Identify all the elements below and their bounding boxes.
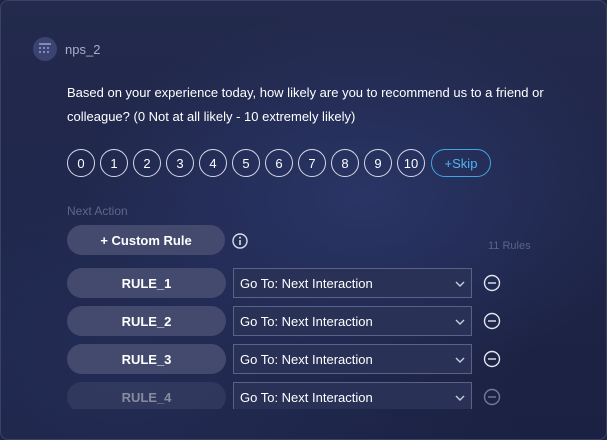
nps-card: nps_2 Based on your experience today, ho… xyxy=(0,0,607,440)
remove-rule-icon[interactable] xyxy=(483,312,501,330)
scale-option-8[interactable]: 8 xyxy=(331,149,359,177)
remove-rule-icon[interactable] xyxy=(483,350,501,368)
scale-option-2[interactable]: 2 xyxy=(133,149,161,177)
chevron-down-icon xyxy=(455,395,465,401)
scale-option-6[interactable]: 6 xyxy=(265,149,293,177)
card-header: nps_2 xyxy=(33,37,100,61)
rule-action-select[interactable]: Go To: Next Interaction xyxy=(233,344,472,374)
rules-list[interactable]: RULE_1 Go To: Next Interaction RULE_2 Go… xyxy=(53,265,533,409)
rule-action-value: Go To: Next Interaction xyxy=(240,275,373,291)
question-text: Based on your experience today, how like… xyxy=(67,85,544,124)
custom-rule-button[interactable]: + Custom Rule xyxy=(67,225,225,255)
rule-row: RULE_1 Go To: Next Interaction xyxy=(53,265,533,298)
nps-scale: 0 1 2 3 4 5 6 7 8 9 10 +Skip xyxy=(67,149,491,177)
rule-name-button[interactable]: RULE_2 xyxy=(67,306,226,336)
chevron-down-icon xyxy=(455,357,465,363)
remove-rule-icon[interactable] xyxy=(483,388,501,406)
chevron-down-icon xyxy=(455,319,465,325)
scale-option-7[interactable]: 7 xyxy=(298,149,326,177)
rule-row: RULE_2 Go To: Next Interaction xyxy=(53,303,533,336)
rule-name-button[interactable]: RULE_4 xyxy=(67,382,226,409)
rule-name-button[interactable]: RULE_1 xyxy=(67,268,226,298)
list-grid-icon xyxy=(33,37,57,61)
rule-row: RULE_4 Go To: Next Interaction xyxy=(53,379,533,409)
scale-option-10[interactable]: 10 xyxy=(397,149,425,177)
info-icon[interactable] xyxy=(232,233,248,249)
scale-option-5[interactable]: 5 xyxy=(232,149,260,177)
interaction-title: nps_2 xyxy=(65,41,101,57)
rule-action-value: Go To: Next Interaction xyxy=(240,389,373,405)
scale-option-0[interactable]: 0 xyxy=(67,149,95,177)
rules-count: 11 Rules xyxy=(488,240,531,252)
scale-option-4[interactable]: 4 xyxy=(199,149,227,177)
rule-action-select[interactable]: Go To: Next Interaction xyxy=(233,306,472,336)
next-action-label: Next Action xyxy=(67,204,128,218)
scale-option-1[interactable]: 1 xyxy=(100,149,128,177)
rule-action-select[interactable]: Go To: Next Interaction xyxy=(233,382,472,409)
remove-rule-icon[interactable] xyxy=(483,274,501,292)
rule-action-value: Go To: Next Interaction xyxy=(240,313,373,329)
rule-name-button[interactable]: RULE_3 xyxy=(67,344,226,374)
skip-button[interactable]: +Skip xyxy=(431,149,491,177)
rule-action-value: Go To: Next Interaction xyxy=(240,351,373,367)
scale-option-3[interactable]: 3 xyxy=(166,149,194,177)
chevron-down-icon xyxy=(455,281,465,287)
rule-row: RULE_3 Go To: Next Interaction xyxy=(53,341,533,374)
scale-option-9[interactable]: 9 xyxy=(364,149,392,177)
rule-action-select[interactable]: Go To: Next Interaction xyxy=(233,268,472,298)
